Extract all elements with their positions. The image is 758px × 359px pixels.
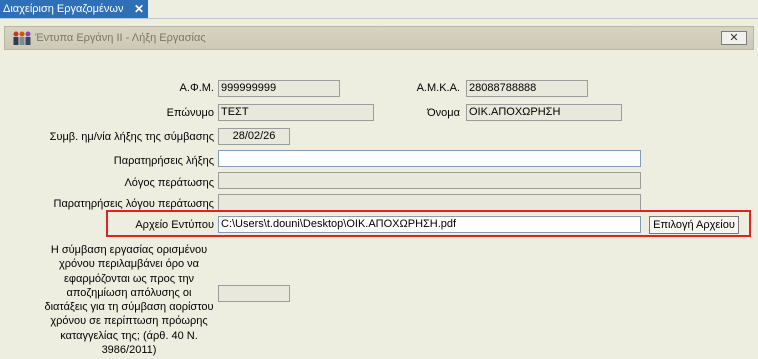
name-label: Όνομα — [427, 107, 460, 119]
end-notes-label: Παρατηρήσεις λήξης — [113, 155, 214, 167]
people-icon — [13, 31, 31, 45]
afm-field[interactable]: 999999999 — [218, 80, 340, 97]
reason-notes-label: Παρατηρήσεις λόγου περάτωσης — [53, 198, 215, 210]
name-field[interactable]: ΟΙΚ.ΑΠΟΧΩΡΗΣΗ — [466, 104, 622, 121]
clause-question-text: Η σύμβαση εργασίας ορισμένου χρόνου περι… — [44, 244, 214, 357]
surname-label: Επώνυμο — [166, 107, 214, 119]
afm-label: Α.Φ.Μ. — [179, 82, 214, 94]
reason-field[interactable] — [218, 172, 641, 189]
choose-file-button[interactable]: Επιλογή Αρχείου — [649, 216, 739, 234]
surname-field[interactable]: ΤΕΣΤ — [218, 104, 374, 121]
reason-label: Λόγος περάτωσης — [124, 177, 214, 189]
window-title: Έντυπα Εργάνη ΙΙ - Λήξη Εργασίας — [35, 32, 206, 44]
window-close-button[interactable]: ✕ — [721, 31, 747, 45]
end-date-label: Συμβ. ημ/νία λήξης της σύμβασης — [49, 131, 214, 143]
amka-field[interactable]: 28088788888 — [466, 80, 588, 97]
end-date-field[interactable]: 28/02/26 — [218, 128, 290, 145]
reason-notes-field[interactable] — [218, 194, 641, 211]
tab-employee-management[interactable]: Διαχείριση Εργαζομένων ✕ — [0, 0, 148, 18]
amka-label: Α.Μ.Κ.Α. — [416, 82, 460, 94]
tab-bar: Διαχείριση Εργαζομένων ✕ — [0, 0, 758, 19]
end-notes-input[interactable] — [218, 150, 641, 167]
file-path-input[interactable]: C:\Users\t.douni\Desktop\ΟΙΚ.ΑΠΟΧΩΡΗΣΗ.p… — [218, 216, 641, 233]
clause-answer-field[interactable] — [218, 285, 290, 302]
tab-close-icon[interactable]: ✕ — [134, 0, 144, 18]
tab-label: Διαχείριση Εργαζομένων — [3, 3, 124, 15]
window-titlebar: Έντυπα Εργάνη ΙΙ - Λήξη Εργασίας ✕ — [4, 26, 754, 50]
file-label: Αρχείο Εντύπου — [135, 219, 214, 231]
